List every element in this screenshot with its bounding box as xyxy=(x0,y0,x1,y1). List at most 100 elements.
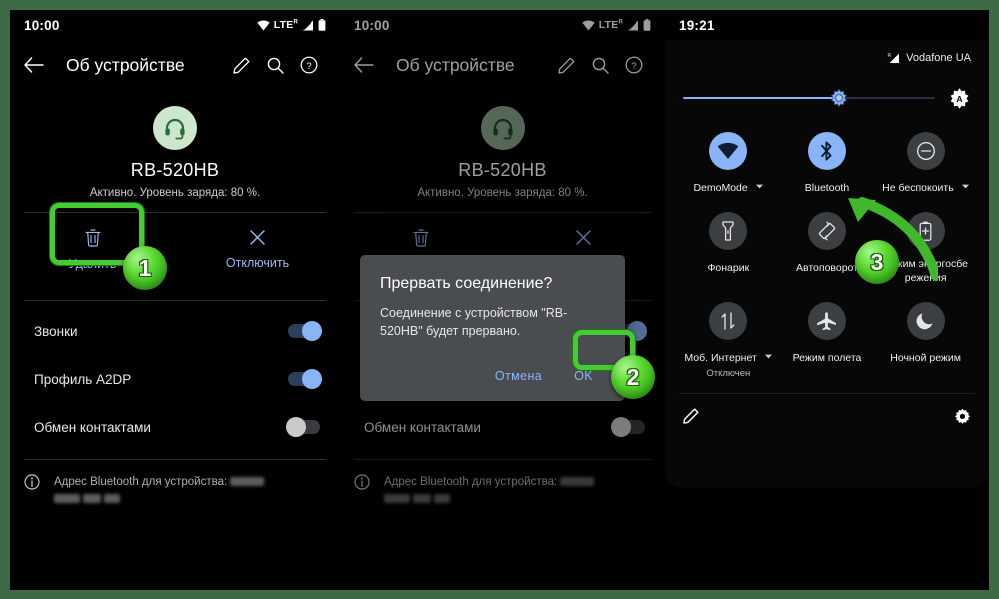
wifi-icon xyxy=(717,142,739,159)
qs-tile-dnd[interactable]: Не беспокоить xyxy=(876,124,975,196)
back-arrow-icon[interactable] xyxy=(24,57,44,73)
qs-tile-mobile-data[interactable]: Моб. Интернет Отключен xyxy=(679,294,778,379)
svg-text:A: A xyxy=(956,94,962,104)
search-icon xyxy=(592,57,609,74)
row-calls-label: Звонки xyxy=(34,323,78,339)
battery-icon xyxy=(643,19,651,31)
edit-name-button[interactable] xyxy=(224,48,258,82)
qs-tile-demomode[interactable]: DemoMode xyxy=(679,124,778,196)
bluetooth-address-section: Адрес Bluetooth для устройства: xyxy=(10,460,340,507)
help-button[interactable]: ? xyxy=(617,48,651,82)
headset-icon xyxy=(492,118,513,140)
row-contacts[interactable]: Обмен контактами xyxy=(340,403,665,451)
pencil-icon xyxy=(683,408,699,424)
info-icon xyxy=(24,474,40,490)
status-bar: 10:00 LTER xyxy=(340,10,665,40)
row-contacts-toggle[interactable] xyxy=(611,417,645,437)
disconnect-button[interactable]: Отключить xyxy=(175,213,340,287)
search-button[interactable] xyxy=(258,48,292,82)
svg-text:R: R xyxy=(888,53,892,59)
status-bar-clock: 10:00 xyxy=(354,17,390,33)
screenshot-stage: 10:00 LTER Об устройстве ? RB-520HB Акти… xyxy=(0,0,999,599)
flashlight-icon xyxy=(722,221,734,241)
avatar xyxy=(480,106,525,150)
row-a2dp[interactable]: Профиль A2DP xyxy=(10,355,340,403)
chevron-down-icon[interactable] xyxy=(756,184,764,189)
device-name: RB-520HB xyxy=(458,160,547,180)
qs-tile-night-mode[interactable]: Ночной режим xyxy=(876,294,975,379)
dialog-buttons: Отмена OK xyxy=(380,361,605,391)
redacted-value xyxy=(83,493,102,503)
trash-icon xyxy=(413,229,429,247)
pencil-icon xyxy=(232,57,249,74)
avatar xyxy=(153,106,197,150)
device-header: RB-520HB Активно. Уровень заряда: 80 %. xyxy=(10,90,340,199)
airplane-icon xyxy=(817,311,837,330)
network-type-label: LTER xyxy=(598,19,623,31)
row-contacts-label: Обмен контактами xyxy=(34,419,151,435)
pencil-icon xyxy=(557,57,574,74)
disconnect-label: Отключить xyxy=(225,256,290,270)
carrier-row: R Vodafone UA xyxy=(679,52,975,64)
wifi-icon xyxy=(257,19,270,30)
auto-brightness-button[interactable]: A xyxy=(947,86,971,110)
redacted-value xyxy=(384,493,410,503)
phone-screen-step2: 10:00 LTER Об устройстве ? RB-520HB Акти… xyxy=(340,10,665,590)
svg-text:?: ? xyxy=(306,61,311,72)
chevron-down-icon[interactable] xyxy=(765,354,773,359)
row-a2dp-label: Профиль A2DP xyxy=(34,371,132,387)
brightness-slider[interactable] xyxy=(683,88,935,108)
edit-name-button[interactable] xyxy=(549,48,583,82)
qs-tile-icon-wrapper xyxy=(906,132,945,170)
qs-tile-icon-wrapper xyxy=(709,212,748,250)
bluetooth-address-section: Адрес Bluetooth для устройства: xyxy=(340,460,665,507)
qs-tile-flashlight[interactable]: Фонарик xyxy=(679,204,778,286)
network-type-label: LTER xyxy=(273,19,298,31)
profile-rows: Звонки Профиль A2DP Обмен контактами xyxy=(10,301,340,451)
step-badge-1: 1 xyxy=(123,246,167,290)
redacted-value xyxy=(230,477,265,486)
qs-tile-label: DemoMode xyxy=(693,182,748,194)
search-icon xyxy=(267,57,284,74)
row-calls[interactable]: Звонки xyxy=(10,307,340,355)
row-calls-toggle[interactable] xyxy=(288,321,322,341)
slider-fill xyxy=(683,97,840,99)
qs-tile-bluetooth[interactable]: Bluetooth xyxy=(778,124,877,196)
back-arrow-icon[interactable] xyxy=(354,57,374,73)
bluetooth-address-text: Адрес Bluetooth для устройства: xyxy=(384,474,595,507)
chevron-down-icon[interactable] xyxy=(962,184,970,189)
qs-tile-label: Фонарик xyxy=(707,262,750,274)
signal-icon: R xyxy=(888,53,900,63)
step-badge-2: 2 xyxy=(611,355,655,399)
redacted-value xyxy=(560,477,595,486)
edit-tiles-button[interactable] xyxy=(683,408,699,429)
qs-tile-airplane[interactable]: Режим полета xyxy=(778,294,877,379)
row-contacts-toggle[interactable] xyxy=(286,417,320,437)
status-bar-clock: 19:21 xyxy=(679,17,715,33)
night-mode-icon xyxy=(916,313,933,330)
search-button[interactable] xyxy=(583,48,617,82)
dnd-icon xyxy=(916,142,935,160)
gear-icon xyxy=(954,408,971,424)
step-badge-3: 3 xyxy=(855,240,899,284)
dialog-cancel-button[interactable]: Отмена xyxy=(483,361,554,391)
slider-thumb[interactable] xyxy=(830,88,848,108)
disconnect-dialog: Прервать соединение? Соединение с устрой… xyxy=(360,255,625,401)
signal-icon xyxy=(303,20,313,30)
qs-tile-icon-wrapper xyxy=(807,301,846,340)
bluetooth-icon xyxy=(821,141,833,161)
close-x-icon xyxy=(576,230,591,245)
bluetooth-address-text: Адрес Bluetooth для устройства: xyxy=(54,474,265,507)
status-bar-icons: LTER xyxy=(257,19,326,31)
quick-settings-panel: R Vodafone UA A DemoMode Bluetooth Не бе… xyxy=(665,40,989,488)
help-button[interactable]: ? xyxy=(292,48,326,82)
device-status: Активно. Уровень заряда: 80 %. xyxy=(89,187,261,199)
brightness-row: A xyxy=(679,86,975,110)
status-bar: 10:00 LTER xyxy=(10,10,340,40)
row-contacts-label: Обмен контактами xyxy=(364,419,481,435)
page-title: Об устройстве xyxy=(396,54,515,75)
row-a2dp-toggle[interactable] xyxy=(288,369,322,389)
settings-button[interactable] xyxy=(954,408,971,430)
qs-tile-icon-wrapper xyxy=(709,301,748,340)
row-contacts[interactable]: Обмен контактами xyxy=(10,403,340,451)
